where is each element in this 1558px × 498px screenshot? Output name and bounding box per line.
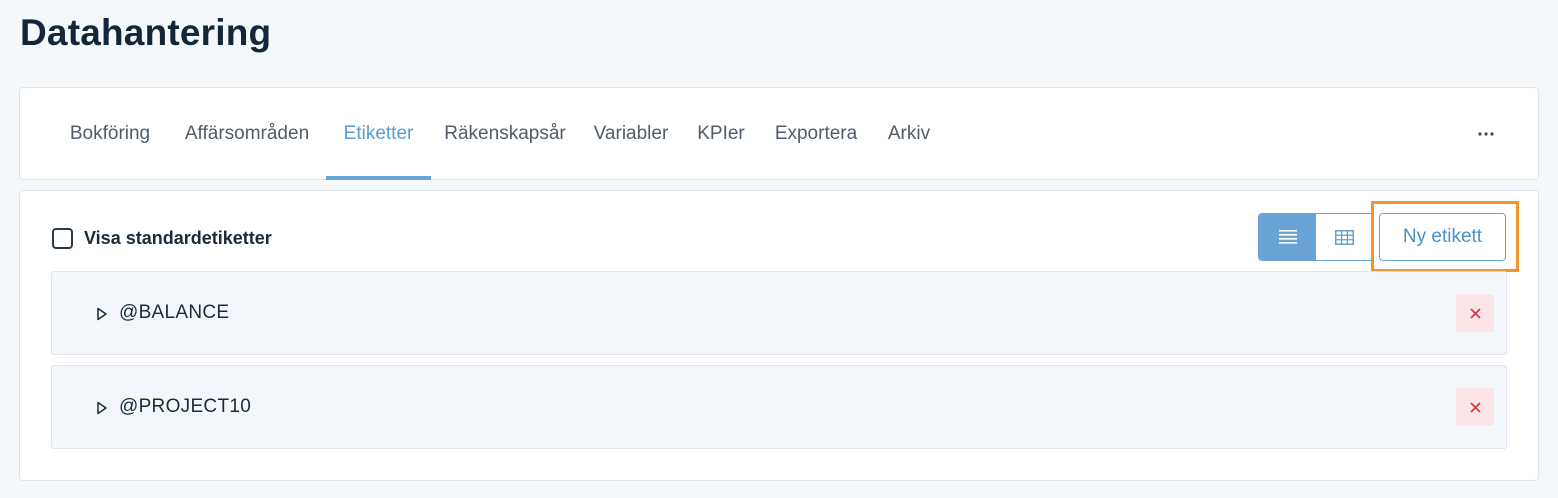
tab-bar: Bokföring Affärsområden Etiketter Räkens…	[19, 87, 1539, 180]
page-title: Datahantering	[20, 12, 272, 53]
show-standard-labels-toggle[interactable]: Visa standardetiketter	[52, 227, 272, 249]
tab-arkiv[interactable]: Arkiv	[885, 88, 933, 179]
expand-caret-icon[interactable]	[96, 307, 108, 321]
tab-etiketter[interactable]: Etiketter	[326, 88, 431, 180]
tab-variabler[interactable]: Variabler	[590, 88, 672, 179]
expand-caret-icon[interactable]	[96, 401, 108, 415]
label-row[interactable]: @BALANCE	[51, 271, 1507, 355]
label-name: @PROJECT10	[119, 396, 252, 417]
close-icon	[1469, 307, 1481, 319]
new-label-button[interactable]: Ny etikett	[1379, 213, 1506, 261]
tab-kpier[interactable]: KPIer	[696, 88, 746, 179]
grid-icon	[1335, 229, 1354, 245]
tab-bokforing[interactable]: Bokföring	[65, 88, 155, 179]
delete-label-button[interactable]	[1456, 294, 1494, 332]
show-standard-labels-label: Visa standardetiketter	[84, 227, 272, 248]
tab-rakenskapsar[interactable]: Räkenskapsår	[444, 88, 566, 179]
label-name: @BALANCE	[119, 302, 230, 323]
labels-panel: Visa standardetiketter Ny etikett @BALAN…	[19, 190, 1539, 481]
show-standard-labels-checkbox[interactable]	[52, 227, 73, 249]
label-row[interactable]: @PROJECT10	[51, 365, 1507, 449]
grid-view-button[interactable]	[1316, 214, 1373, 260]
tab-exportera[interactable]: Exportera	[771, 88, 861, 179]
view-mode-toggle	[1258, 213, 1374, 261]
delete-label-button[interactable]	[1456, 388, 1494, 426]
tab-affarsomraden[interactable]: Affärsområden	[180, 88, 314, 179]
ellipsis-icon	[1478, 132, 1494, 136]
close-icon	[1469, 401, 1481, 413]
list-icon	[1278, 230, 1297, 244]
list-view-button[interactable]	[1259, 214, 1316, 260]
more-options-button[interactable]	[1476, 122, 1496, 146]
